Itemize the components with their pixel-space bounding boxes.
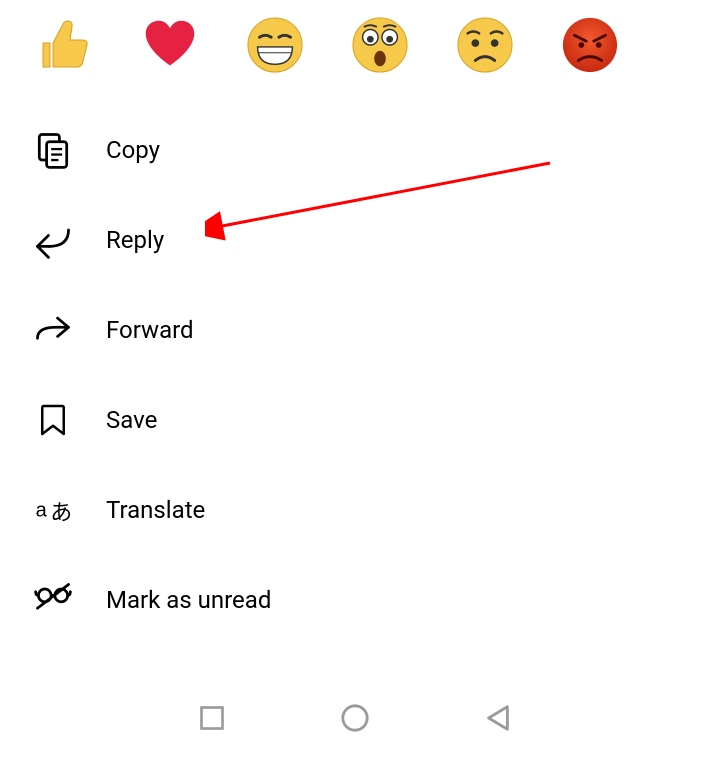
bookmark-icon: [30, 397, 76, 443]
reaction-sad[interactable]: [455, 15, 515, 75]
svg-text:あ: あ: [50, 500, 72, 525]
reaction-angry[interactable]: [560, 15, 620, 75]
reaction-thumbs-up[interactable]: [35, 15, 95, 75]
sad-icon: [456, 16, 514, 74]
svg-text:a: a: [36, 499, 48, 521]
save-label: Save: [106, 406, 157, 434]
translate-icon: a あ: [30, 487, 76, 533]
forward-label: Forward: [106, 316, 194, 344]
forward-item[interactable]: Forward: [0, 285, 710, 375]
reactions-row: [0, 0, 710, 85]
thumbs-up-icon: [35, 15, 95, 75]
copy-label: Copy: [106, 136, 160, 164]
mark-unread-icon: [30, 577, 76, 623]
forward-icon: [30, 307, 76, 353]
nav-back-button[interactable]: [479, 699, 517, 737]
reaction-laugh[interactable]: [245, 15, 305, 75]
context-menu: Copy Reply Forward Save a: [0, 85, 710, 645]
translate-item[interactable]: a あ Translate: [0, 465, 710, 555]
surprised-icon: [351, 16, 409, 74]
reaction-heart[interactable]: [140, 15, 200, 75]
mark-unread-label: Mark as unread: [106, 586, 271, 614]
reply-icon: [30, 217, 76, 263]
save-item[interactable]: Save: [0, 375, 710, 465]
heart-icon: [142, 17, 198, 73]
square-icon: [198, 704, 226, 732]
translate-label: Translate: [106, 496, 205, 524]
triangle-back-icon: [483, 703, 513, 733]
nav-recent-button[interactable]: [193, 699, 231, 737]
reply-label: Reply: [106, 226, 164, 254]
reply-item[interactable]: Reply: [0, 195, 710, 285]
nav-home-button[interactable]: [336, 699, 374, 737]
circle-icon: [340, 703, 370, 733]
reaction-surprised[interactable]: [350, 15, 410, 75]
angry-icon: [561, 16, 619, 74]
laugh-icon: [246, 16, 304, 74]
copy-icon: [30, 127, 76, 173]
android-nav-bar: [0, 689, 710, 747]
copy-item[interactable]: Copy: [0, 105, 710, 195]
mark-unread-item[interactable]: Mark as unread: [0, 555, 710, 645]
